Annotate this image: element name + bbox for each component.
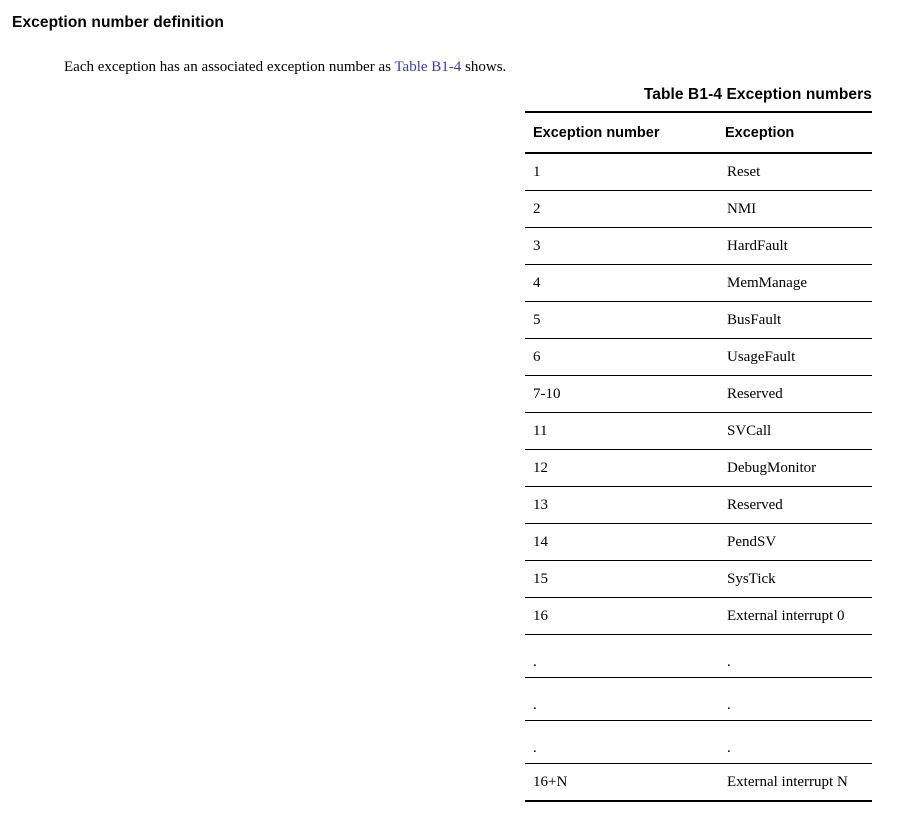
table-header-row: Exception number Exception — [525, 111, 872, 154]
paragraph-text-after-link: shows. — [461, 59, 507, 75]
cell-exception-name: NMI — [716, 190, 872, 228]
cell-exception-name: UsageFault — [716, 338, 872, 376]
table-row: 1 Reset — [525, 153, 872, 191]
table-caption: Table B1-4 Exception numbers — [643, 86, 872, 103]
column-header-exception: Exception — [716, 111, 872, 154]
cell-exception-number: 14 — [525, 523, 716, 561]
cell-exception-name: MemManage — [716, 264, 872, 302]
table-row: 15 SysTick — [525, 560, 872, 598]
cell-exception-number: . — [525, 720, 716, 764]
exception-numbers-table: Exception number Exception 1 Reset 2 NMI 3 Ha… — [525, 111, 872, 802]
cell-exception-name: External interrupt N — [716, 763, 872, 802]
cell-exception-name: Reserved — [716, 486, 872, 524]
cell-exception-number: 7-10 — [525, 375, 716, 413]
table-row: 16+N External interrupt N — [525, 763, 872, 802]
cell-exception-name: BusFault — [716, 301, 872, 339]
table-row: .. — [525, 720, 872, 764]
cell-exception-number: 13 — [525, 486, 716, 524]
cell-exception-name: . — [716, 677, 872, 721]
cell-exception-number: 2 — [525, 190, 716, 228]
table-row: .. — [525, 634, 872, 678]
cell-exception-name: SVCall — [716, 412, 872, 450]
cell-exception-name: SysTick — [716, 560, 872, 598]
document-page: Exception number definition Each excepti… — [0, 0, 905, 813]
column-header-exception-number: Exception number — [525, 111, 716, 154]
table-row: 16 External interrupt 0 — [525, 597, 872, 635]
table-row: 7-10 Reserved — [525, 375, 872, 413]
exception-numbers-table-block: Table B1-4 Exception numbers Exception n… — [525, 86, 872, 802]
cell-exception-name: PendSV — [716, 523, 872, 561]
cell-exception-number: 11 — [525, 412, 716, 450]
cell-exception-number: . — [525, 677, 716, 721]
cell-exception-name: HardFault — [716, 227, 872, 265]
cell-exception-number: 16+N — [525, 763, 716, 802]
table-header: Exception number Exception — [525, 111, 872, 154]
table-row: 11 SVCall — [525, 412, 872, 450]
cell-exception-number: 12 — [525, 449, 716, 487]
paragraph-text-before-link: Each exception has an associated excepti… — [64, 59, 395, 75]
table-row: 14 PendSV — [525, 523, 872, 561]
table-row: 5 BusFault — [525, 301, 872, 339]
table-row: 13 Reserved — [525, 486, 872, 524]
table-cross-reference-link[interactable]: Table B1-4 — [394, 59, 461, 75]
table-row: 2 NMI — [525, 190, 872, 228]
cell-exception-number: . — [525, 634, 716, 678]
table-row: 6 UsageFault — [525, 338, 872, 376]
table-row: 3 HardFault — [525, 227, 872, 265]
cell-exception-name: Reserved — [716, 375, 872, 413]
cell-exception-number: 1 — [525, 153, 716, 191]
table-row: 12 DebugMonitor — [525, 449, 872, 487]
cell-exception-number: 16 — [525, 597, 716, 635]
cell-exception-name: External interrupt 0 — [716, 597, 872, 635]
table-row: 4 MemManage — [525, 264, 872, 302]
cell-exception-number: 4 — [525, 264, 716, 302]
intro-paragraph: Each exception has an associated excepti… — [64, 58, 506, 76]
table-row: .. — [525, 677, 872, 721]
cell-exception-number: 5 — [525, 301, 716, 339]
table-body: 1 Reset 2 NMI 3 HardFault 4 MemManage 5 BusFault 6… — [525, 153, 872, 802]
cell-exception-name: Reset — [716, 153, 872, 191]
cell-exception-number: 15 — [525, 560, 716, 598]
cell-exception-number: 3 — [525, 227, 716, 265]
cell-exception-name: . — [716, 634, 872, 678]
cell-exception-name: . — [716, 720, 872, 764]
cell-exception-number: 6 — [525, 338, 716, 376]
page-title: Exception number definition — [12, 14, 224, 32]
cell-exception-name: DebugMonitor — [716, 449, 872, 487]
